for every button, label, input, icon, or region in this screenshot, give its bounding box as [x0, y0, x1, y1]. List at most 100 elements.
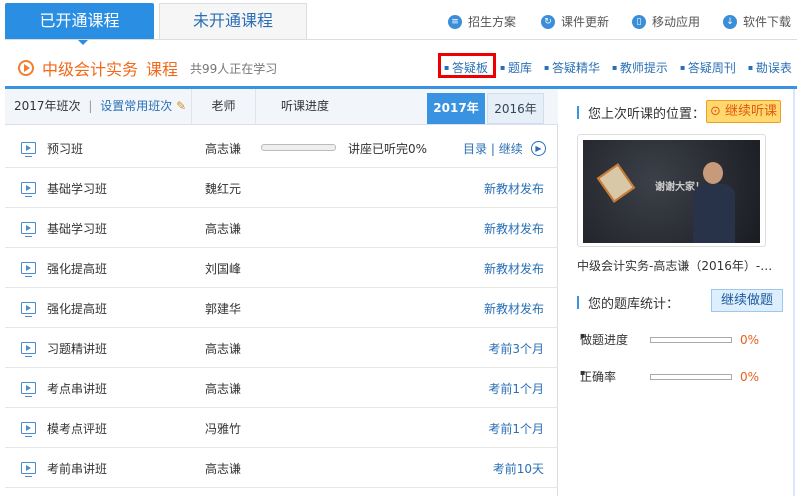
- teacher-name: 魏红元: [205, 182, 242, 196]
- teacher-header: 老师: [192, 89, 256, 125]
- table-row[interactable]: 考点串讲班 高志谦 考前1个月: [5, 368, 558, 408]
- nav-errata[interactable]: 勘误表: [748, 59, 792, 76]
- continue-practice-button[interactable]: 继续做题: [711, 289, 783, 312]
- pencil-icon[interactable]: ✎: [176, 99, 186, 113]
- stat-progress: 做题进度 0%: [580, 331, 759, 348]
- stat-value: 0%: [740, 332, 760, 347]
- stat-value: 0%: [740, 369, 760, 384]
- table-row[interactable]: 基础学习班 高志谦 新教材发布: [5, 208, 558, 248]
- heading-text: 您上次听课的位置：: [588, 107, 706, 122]
- top-link-updates[interactable]: ↻ 课件更新: [541, 13, 609, 30]
- table-row[interactable]: 考前串讲班 高志谦 考前10天: [5, 448, 558, 488]
- class-name[interactable]: 考点串讲班: [47, 380, 107, 397]
- nav-qa-highlights[interactable]: 答疑精华: [544, 59, 600, 76]
- link-label: 招生方案: [468, 15, 517, 29]
- progress-header: 听课进度: [281, 99, 330, 113]
- play-circle-icon: [18, 60, 34, 76]
- status-link[interactable]: 考前1个月: [488, 420, 544, 437]
- top-link-mobile[interactable]: ▯ 移动应用: [632, 13, 700, 30]
- status-link[interactable]: 新教材发布: [484, 260, 544, 277]
- class-name[interactable]: 基础学习班: [47, 180, 107, 197]
- scrollbar[interactable]: [793, 89, 795, 496]
- video-icon: [21, 382, 36, 397]
- table-row[interactable]: 预习班 高志谦 讲座已听完0% 目录 | 继续 ▶: [5, 128, 558, 168]
- catalog-link[interactable]: 目录: [463, 142, 487, 156]
- nav-qa-weekly[interactable]: 答疑周刊: [680, 59, 736, 76]
- link-label: 软件下载: [743, 15, 792, 29]
- class-name[interactable]: 强化提高班: [47, 300, 107, 317]
- teacher-name: 冯雅竹: [205, 422, 242, 436]
- document-icon: ≡: [448, 14, 462, 29]
- video-icon: [21, 182, 36, 197]
- table-row[interactable]: 强化提高班 刘国峰 新教材发布: [5, 248, 558, 288]
- stat-label: 正确率: [580, 370, 617, 384]
- video-icon: [21, 342, 36, 357]
- tab-opened-courses[interactable]: 已开通课程: [5, 3, 154, 45]
- teacher-name: 高志谦: [205, 142, 242, 156]
- table-row[interactable]: 习题精讲班 高志谦 考前3个月: [5, 328, 558, 368]
- video-thumbnail[interactable]: 谢谢大家！: [577, 134, 766, 247]
- teacher-name: 高志谦: [205, 342, 242, 356]
- video-caption[interactable]: 中级会计实务-高志谦（2016年）-…: [577, 257, 772, 274]
- progress-text: 讲座已听完0%: [348, 142, 428, 156]
- continue-listening-button[interactable]: ⊙ 继续听课: [706, 100, 781, 123]
- video-icon: [21, 462, 36, 477]
- progress-bar: [650, 373, 732, 380]
- nav-question-bank[interactable]: 题库: [500, 59, 532, 76]
- teacher-name: 高志谦: [205, 462, 242, 476]
- video-icon: [21, 142, 36, 157]
- class-name[interactable]: 基础学习班: [47, 220, 107, 237]
- nav-teacher-tips[interactable]: 教师提示: [612, 59, 668, 76]
- year-tab-2017[interactable]: 2017年: [427, 93, 485, 124]
- bank-stats-heading: 您的题库统计：: [577, 293, 679, 312]
- class-name[interactable]: 习题精讲班: [47, 340, 107, 357]
- video-icon: [21, 222, 36, 237]
- class-name[interactable]: 模考点评班: [47, 420, 107, 437]
- stat-label: 做题进度: [580, 333, 629, 347]
- video-icon: [21, 422, 36, 437]
- top-link-enrollment[interactable]: ≡ 招生方案: [448, 13, 516, 30]
- link-label: 移动应用: [652, 15, 701, 29]
- class-year-label: 2017年班次: [14, 99, 81, 113]
- status-link[interactable]: 新教材发布: [484, 300, 544, 317]
- progress-bar: [261, 144, 336, 151]
- status-link[interactable]: 考前3个月: [488, 340, 544, 357]
- status-link[interactable]: 新教材发布: [484, 180, 544, 197]
- course-header: 中级会计实务 课程 共99人正在学习: [18, 56, 277, 80]
- class-year-header: 2017年班次 | 设置常用班次 ✎: [5, 89, 192, 125]
- mobile-icon: ▯: [632, 14, 646, 29]
- heading-text: 您的题库统计：: [588, 297, 680, 312]
- year-tab-2016[interactable]: 2016年: [487, 93, 544, 124]
- status-link[interactable]: 考前1个月: [488, 380, 544, 397]
- play-circle-icon[interactable]: ▶: [531, 141, 546, 156]
- teacher-name: 刘国峰: [205, 262, 242, 276]
- table-row[interactable]: 模考点评班 冯雅竹 考前1个月: [5, 408, 558, 448]
- presenter-head: [703, 162, 723, 184]
- learner-count: 共99人正在学习: [190, 61, 278, 76]
- clipboard-icon: [596, 163, 636, 203]
- status-link[interactable]: 考前10天: [493, 460, 544, 477]
- status-link[interactable]: 新教材发布: [484, 220, 544, 237]
- refresh-icon: ↻: [541, 14, 555, 29]
- tab-unopened-courses[interactable]: 未开通课程: [159, 3, 307, 39]
- button-label: 继续听课: [725, 104, 778, 119]
- top-link-download[interactable]: ↓ 软件下载: [723, 13, 791, 30]
- highlight-box: [438, 53, 496, 78]
- continue-link[interactable]: 继续: [499, 142, 523, 156]
- stat-accuracy: 正确率 0%: [580, 368, 759, 385]
- set-common-class-link[interactable]: 设置常用班次: [100, 99, 172, 113]
- table-row[interactable]: 强化提高班 郭建华 新教材发布: [5, 288, 558, 328]
- video-icon: [21, 302, 36, 317]
- link-label: 课件更新: [561, 15, 610, 29]
- table-row[interactable]: 基础学习班 魏红元 新教材发布: [5, 168, 558, 208]
- table-header: 2017年班次 | 设置常用班次 ✎ 老师 听课进度 2017年 2016年: [5, 89, 558, 125]
- download-icon: ↓: [723, 14, 737, 29]
- class-name[interactable]: 预习班: [47, 140, 83, 157]
- teacher-name: 郭建华: [205, 302, 242, 316]
- course-name: 中级会计实务: [42, 60, 139, 79]
- divider: [5, 39, 797, 40]
- class-name[interactable]: 强化提高班: [47, 260, 107, 277]
- class-name[interactable]: 考前串讲班: [47, 460, 107, 477]
- video-icon: [21, 262, 36, 277]
- course-suffix: 课程: [146, 60, 179, 79]
